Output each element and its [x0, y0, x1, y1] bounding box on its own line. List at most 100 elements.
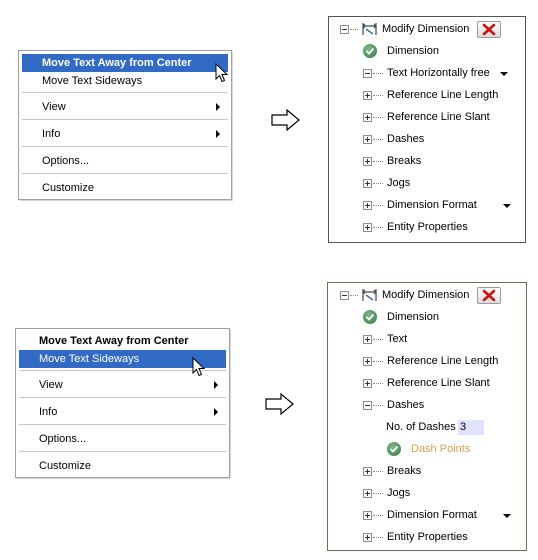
tree-connector [373, 205, 383, 207]
tree-item-reference-line-length[interactable]: Reference Line Length [387, 352, 498, 370]
menu-item-move-text-sideways[interactable]: Move Text Sideways [22, 72, 228, 90]
context-menu-top: Move Text Away from Center Move Text Sid… [18, 50, 232, 200]
tree-connector [373, 95, 383, 97]
expand-toggle-icon[interactable] [363, 335, 372, 344]
menu-item-info-label: Info [39, 406, 58, 418]
menu-separator [22, 119, 228, 120]
menu-item-info[interactable]: Info [22, 125, 228, 143]
close-button[interactable] [477, 287, 501, 304]
expand-toggle-icon[interactable] [363, 91, 372, 100]
dropdown-arrow-icon[interactable] [503, 204, 511, 208]
tree-connector [373, 537, 383, 539]
collapse-toggle-icon[interactable] [340, 291, 349, 300]
submenu-arrow-icon [214, 408, 218, 416]
menu-item-view[interactable]: View [22, 98, 228, 116]
panel-title: Modify Dimension [382, 289, 470, 301]
tree-connector [373, 405, 383, 407]
tree-item-jogs[interactable]: Jogs [387, 174, 410, 192]
expand-toggle-icon[interactable] [363, 201, 372, 210]
submenu-arrow-icon [214, 381, 218, 389]
expand-toggle-icon[interactable] [363, 357, 372, 366]
right-arrow-icon [271, 109, 300, 131]
tree-item-reference-line-slant[interactable]: Reference Line Slant [387, 108, 490, 126]
menu-item-options[interactable]: Options... [19, 430, 226, 448]
collapse-toggle-icon[interactable] [363, 401, 372, 410]
tree-item-jogs[interactable]: Jogs [387, 484, 410, 502]
tree-connector [373, 471, 383, 473]
tree-item-reference-line-slant[interactable]: Reference Line Slant [387, 374, 490, 392]
tree-item-reference-line-length[interactable]: Reference Line Length [387, 86, 498, 104]
tree-connector [373, 161, 383, 163]
menu-item-move-text-away[interactable]: Move Text Away from Center [22, 54, 228, 72]
expand-toggle-icon[interactable] [363, 511, 372, 520]
tree-item-entity-properties[interactable]: Entity Properties [387, 528, 468, 546]
tree-connector [350, 295, 358, 297]
tree-connector [373, 361, 383, 363]
tree-item-entity-properties[interactable]: Entity Properties [387, 218, 468, 236]
expand-toggle-icon[interactable] [363, 157, 372, 166]
check-icon [363, 44, 377, 58]
expand-toggle-icon[interactable] [363, 489, 372, 498]
modify-dimension-panel-bottom: Modify Dimension Dimension Text Referenc… [327, 282, 527, 551]
close-icon [482, 23, 496, 36]
menu-item-view-label: View [42, 101, 66, 113]
check-icon [387, 442, 401, 456]
close-icon [482, 289, 496, 302]
tree-item-breaks[interactable]: Breaks [387, 462, 421, 480]
tree-item-breaks[interactable]: Breaks [387, 152, 421, 170]
tree-item-dashes[interactable]: Dashes [387, 130, 424, 148]
tree-item-dashes[interactable]: Dashes [387, 396, 424, 414]
tree-item-dimension[interactable]: Dimension [387, 42, 439, 60]
menu-item-options[interactable]: Options... [22, 152, 228, 170]
dash-points-link[interactable]: Dash Points [411, 440, 470, 458]
expand-toggle-icon[interactable] [363, 533, 372, 542]
right-arrow-icon [265, 393, 294, 415]
dimension-icon [362, 23, 377, 35]
expand-toggle-icon[interactable] [363, 113, 372, 122]
dimension-icon [362, 289, 377, 301]
tree-item-dimension-format[interactable]: Dimension Format [387, 196, 477, 214]
expand-toggle-icon[interactable] [363, 135, 372, 144]
menu-item-customize[interactable]: Customize [22, 179, 228, 197]
tree-connector [373, 73, 383, 75]
context-menu-bottom: Move Text Away from Center Move Text Sid… [15, 328, 230, 478]
tree-connector [373, 227, 383, 229]
menu-separator [22, 173, 228, 174]
panel-title: Modify Dimension [382, 23, 470, 35]
menu-item-move-text-away[interactable]: Move Text Away from Center [19, 332, 226, 350]
menu-item-customize[interactable]: Customize [19, 457, 226, 475]
menu-item-view[interactable]: View [19, 376, 226, 394]
dashes-count-input[interactable]: 3 [458, 420, 484, 435]
tree-connector [373, 515, 383, 517]
tree-connector [373, 183, 383, 185]
collapse-toggle-icon[interactable] [363, 69, 372, 78]
expand-toggle-icon[interactable] [363, 467, 372, 476]
check-icon [363, 310, 377, 324]
menu-separator [22, 146, 228, 147]
menu-separator [19, 397, 226, 398]
expand-toggle-icon[interactable] [363, 379, 372, 388]
tree-item-dimension-format[interactable]: Dimension Format [387, 506, 477, 524]
dropdown-arrow-icon[interactable] [500, 72, 508, 76]
tree-item-dimension[interactable]: Dimension [387, 308, 439, 326]
tree-connector [350, 29, 358, 31]
menu-separator [19, 424, 226, 425]
expand-toggle-icon[interactable] [363, 179, 372, 188]
menu-item-info[interactable]: Info [19, 403, 226, 421]
menu-item-info-label: Info [42, 128, 61, 140]
expand-toggle-icon[interactable] [363, 223, 372, 232]
menu-separator [19, 451, 226, 452]
menu-separator [22, 92, 228, 93]
close-button[interactable] [477, 21, 501, 38]
dropdown-arrow-icon[interactable] [503, 514, 511, 518]
tree-connector [373, 493, 383, 495]
tree-connector [373, 383, 383, 385]
tree-item-text[interactable]: Text [387, 330, 407, 348]
dashes-count-label: No. of Dashes [386, 421, 456, 433]
collapse-toggle-icon[interactable] [340, 25, 349, 34]
mouse-cursor-icon [192, 357, 206, 377]
tree-connector [373, 139, 383, 141]
modify-dimension-panel-top: Modify Dimension Dimension Text Horizont… [328, 16, 526, 243]
mouse-cursor-icon [215, 63, 229, 83]
tree-item-text-mode[interactable]: Text Horizontally free [387, 64, 490, 82]
